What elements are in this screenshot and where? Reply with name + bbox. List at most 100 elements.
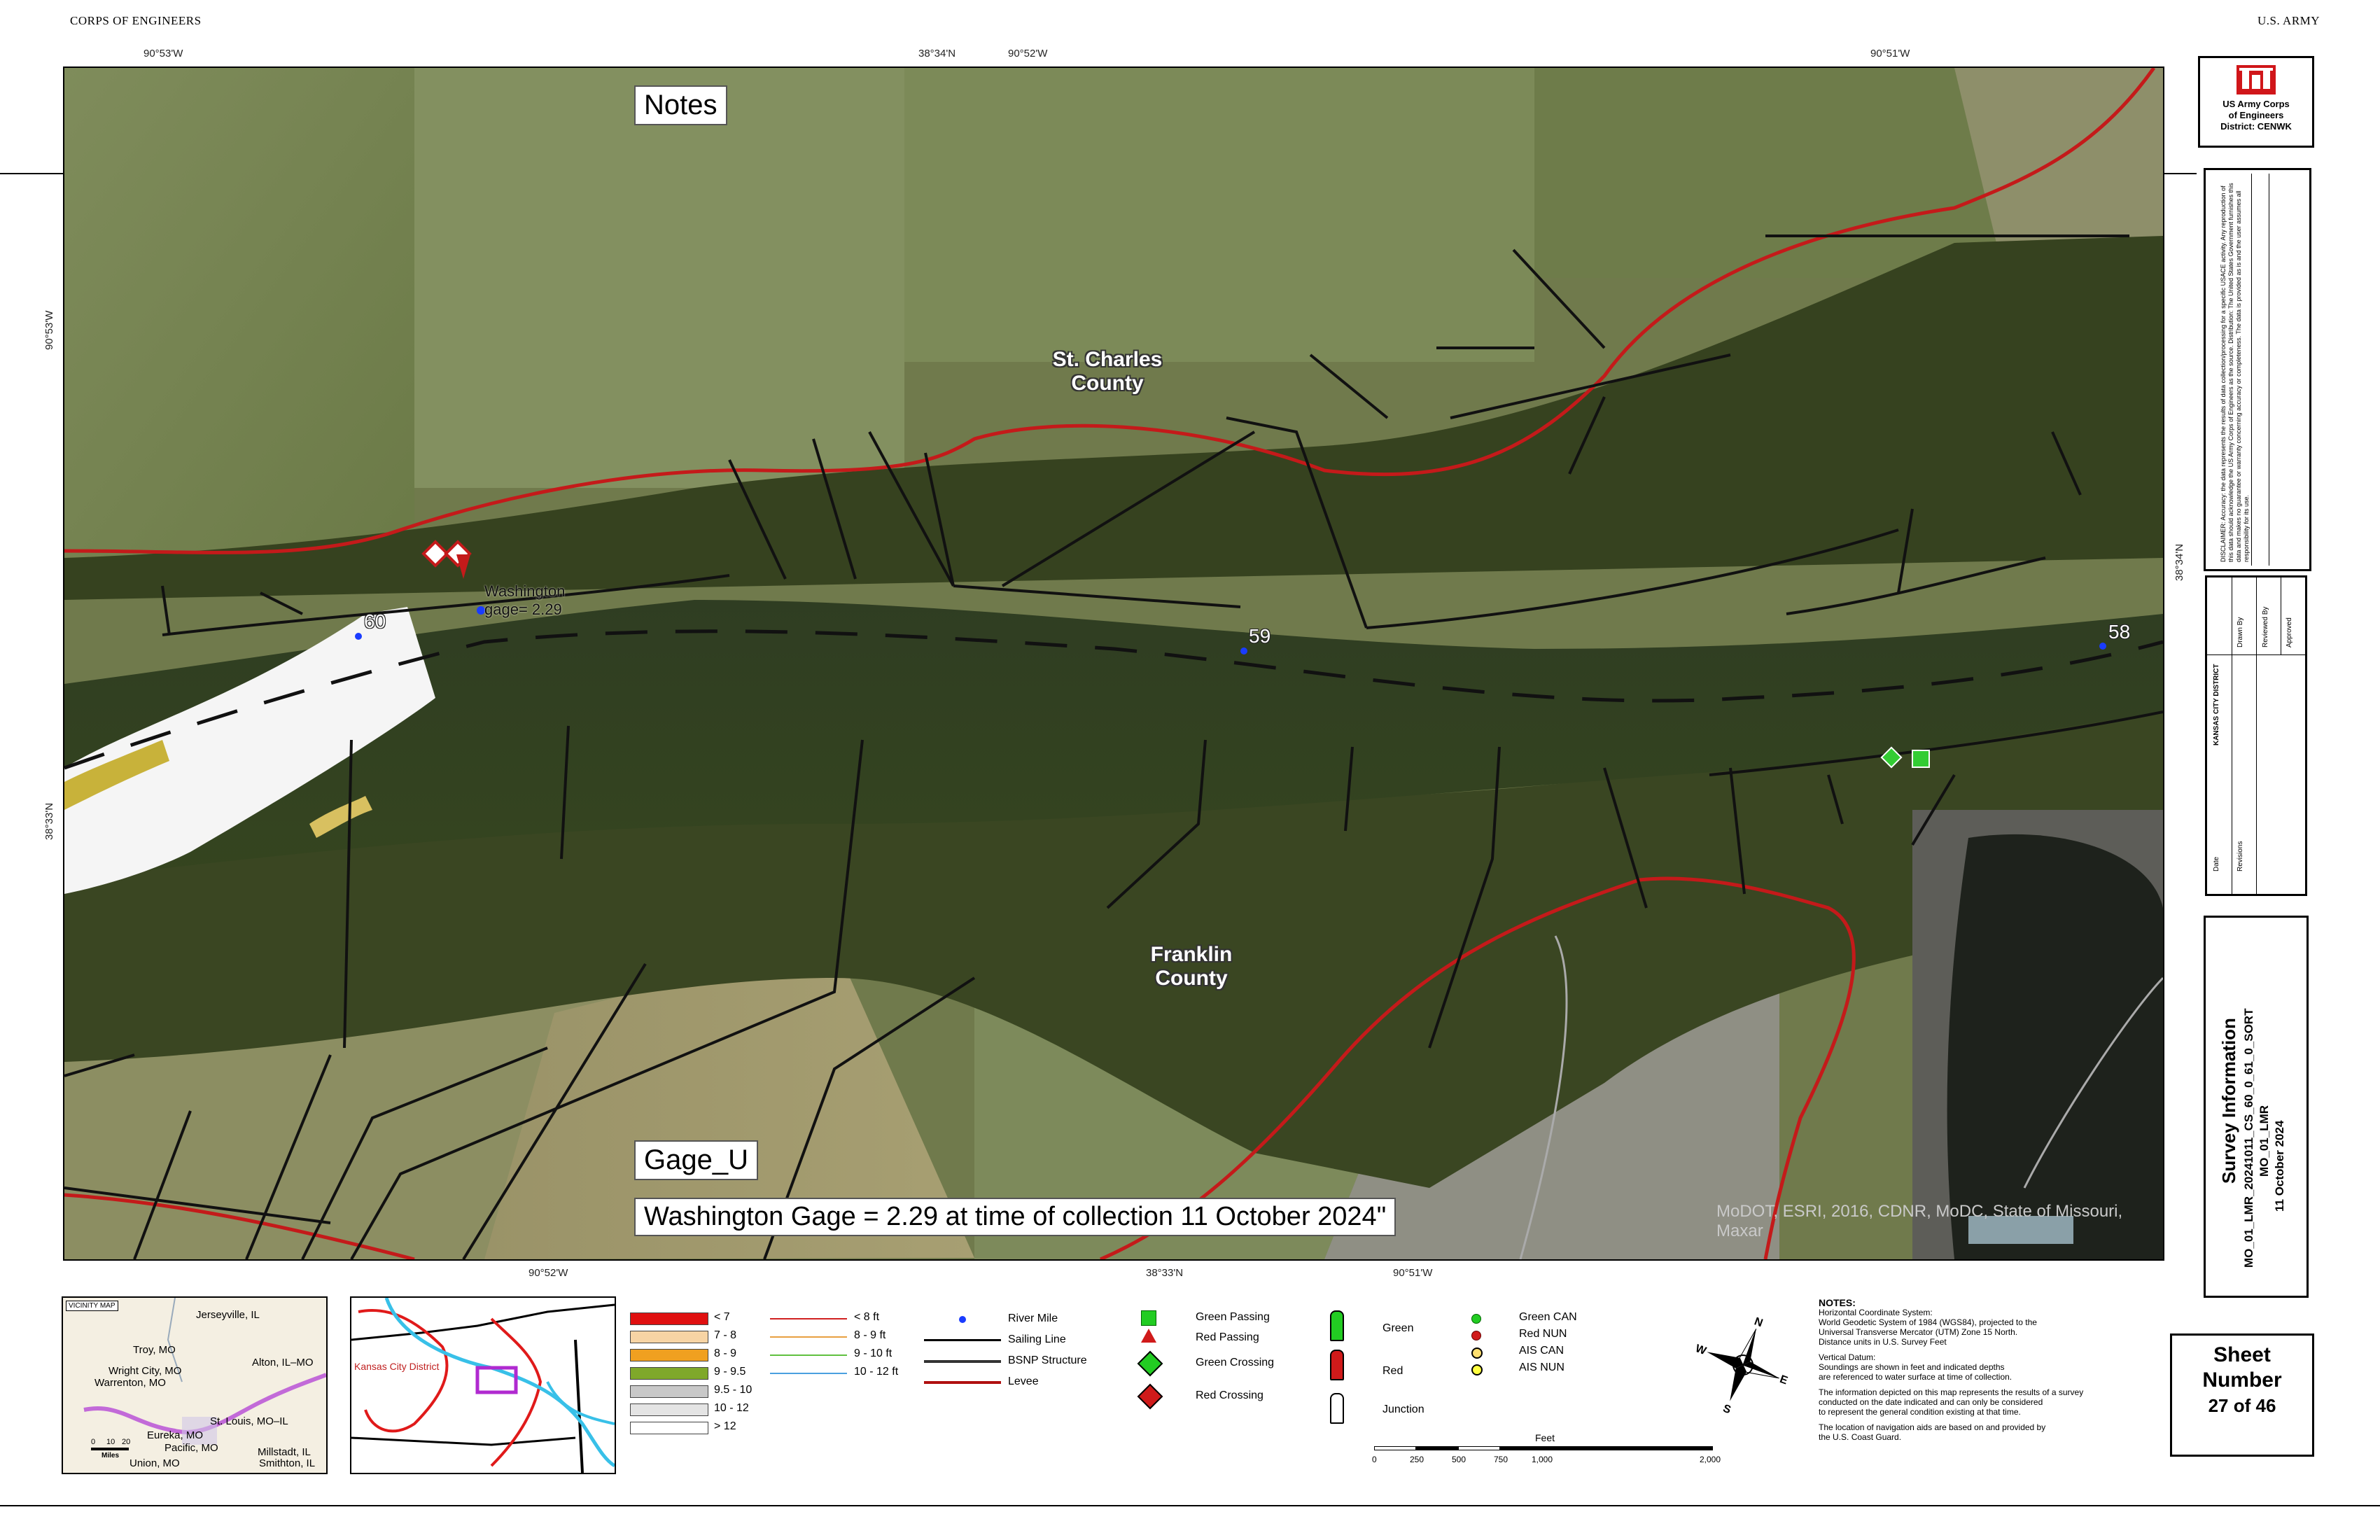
scalebar-tick: 750 (1494, 1455, 1508, 1464)
depth-swatch-2 (630, 1349, 708, 1362)
coord-top-1: 90°53'W (144, 48, 183, 59)
vicinity-place: Wright City, MO (108, 1365, 182, 1377)
header-right: U.S. ARMY (2258, 14, 2320, 27)
river-mile-dot-59 (1240, 648, 1247, 654)
district-map[interactable]: Kansas City District (350, 1296, 616, 1474)
vicinity-place: Troy, MO (133, 1344, 176, 1356)
nav-legend-label: Green Crossing (1196, 1357, 1275, 1368)
approval-reviewed: Reviewed By (2262, 606, 2269, 648)
river-mile-dot-icon (959, 1316, 966, 1323)
vicinity-place: Pacific, MO (164, 1442, 218, 1454)
depth-label: 7 - 8 (714, 1329, 737, 1341)
river-mile-label-59: 59 (1249, 625, 1271, 647)
depth-swatch-5 (630, 1404, 708, 1416)
field (64, 68, 414, 558)
scalebar-unit: Feet (1535, 1432, 1555, 1443)
red-nun-icon (1471, 1331, 1481, 1340)
scalebar-tick: 1,000 (1532, 1455, 1553, 1464)
buoy-red-label: Red (1382, 1365, 1404, 1377)
approval-district: KANSAS CITY DISTRICT (2213, 664, 2220, 746)
notes-line: Soundings are shown in feet and indicate… (1819, 1362, 2005, 1372)
contour-line-3 (770, 1373, 847, 1374)
aid-label: AIS CAN (1519, 1345, 1564, 1357)
contour-line-1 (770, 1336, 847, 1338)
compass-rose-icon: N E S W (1694, 1315, 1792, 1416)
vicinity-place: Union, MO (130, 1457, 180, 1469)
coord-top-2: 38°34'N (918, 48, 956, 59)
approvals-panel: Date Revisions KANSAS CITY DISTRICT Draw… (2205, 575, 2307, 896)
ais-can-icon (1471, 1348, 1483, 1359)
gage-box[interactable]: Gage_U (634, 1140, 758, 1180)
coord-bottom-1: 90°52'W (528, 1267, 568, 1279)
contour-label: 9 - 10 ft (854, 1348, 892, 1359)
line-legend-label: BSNP Structure (1008, 1354, 1087, 1366)
buoy-junction-label: Junction (1382, 1404, 1424, 1415)
sailing-line-swatch (924, 1339, 1001, 1341)
notes-line: Vertical Datum: (1819, 1352, 1876, 1362)
notes-line: to represent the general condition exist… (1819, 1407, 2021, 1417)
notes-title: NOTES: (1819, 1297, 1856, 1308)
vicinity-place: Warrenton, MO (94, 1377, 166, 1389)
notes-line: are referenced to water surface at time … (1819, 1372, 2012, 1382)
levee-swatch (924, 1381, 1001, 1384)
depth-swatch-4 (630, 1385, 708, 1398)
junction-buoy-icon (1330, 1393, 1344, 1424)
bsnp-swatch (924, 1360, 1001, 1363)
coal-yard (1947, 834, 2163, 1259)
number-label: Number (2202, 1368, 2282, 1392)
contour-label: 8 - 9 ft (854, 1329, 886, 1341)
notes-box[interactable]: Notes (634, 85, 727, 125)
scalebar-tick: 250 (1410, 1455, 1424, 1464)
sheet-number-panel: Sheet Number 27 of 46 (2170, 1334, 2314, 1457)
scalebar-segment (1374, 1446, 1416, 1450)
notes-line: conducted on the date indicated and can … (1819, 1397, 2043, 1407)
page-rule-right (2162, 173, 2197, 174)
nav-legend-label: Green Passing (1196, 1311, 1270, 1323)
notes-line: World Geodetic System of 1984 (WGS84), p… (1819, 1317, 2037, 1327)
page-rule-left (0, 173, 63, 174)
survey-date: 11 October 2024 (2273, 1120, 2286, 1212)
map-frame[interactable]: St. Charles County Franklin County 60 59… (63, 66, 2164, 1261)
depth-swatch-6 (630, 1422, 708, 1434)
district-canvas (351, 1298, 615, 1473)
coord-top-3: 90°52'W (1008, 48, 1048, 59)
vicinity-scale-unit: Miles (102, 1452, 120, 1460)
vicinity-map[interactable]: VICINITY MAP Jerseyville, IL Troy, MO Al… (62, 1296, 328, 1474)
approval-drawn: Drawn By (2236, 617, 2244, 648)
depth-label: 10 - 12 (714, 1402, 749, 1414)
notes-line: Distance units in U.S. Survey Feet (1819, 1337, 1947, 1347)
scalebar-tick: 2,000 (1700, 1455, 1721, 1464)
scalebar-tick: 0 (1372, 1455, 1377, 1464)
field (904, 68, 1534, 362)
buoy-green-label: Green (1382, 1322, 1414, 1334)
approval-approved: Approved (2286, 617, 2293, 648)
notes-line: The information depicted on this map rep… (1819, 1387, 2084, 1397)
vicinity-scale-10: 10 (106, 1438, 115, 1446)
vicinity-scale-20: 20 (122, 1438, 131, 1446)
coord-left-1: 90°53'W (43, 310, 55, 350)
district-label: Kansas City District (354, 1361, 440, 1372)
scalebar-bar (1374, 1446, 1713, 1450)
vicinity-place: Eureka, MO (147, 1429, 204, 1441)
depth-swatch-3 (630, 1367, 708, 1380)
coord-bottom-3: 90°51'W (1393, 1267, 1433, 1279)
coord-left-2: 38°33'N (43, 802, 55, 840)
contour-label: 10 - 12 ft (854, 1366, 899, 1378)
contour-label: < 8 ft (854, 1311, 880, 1323)
depth-label: 8 - 9 (714, 1348, 737, 1359)
castle-logo-icon (2236, 65, 2276, 94)
red-buoy-icon (1330, 1350, 1344, 1380)
notes-lines: Horizontal Coordinate System: World Geode… (1819, 1308, 2113, 1442)
disclaimer-panel: DISCLAIMER: Accuracy: the data represent… (2204, 168, 2311, 571)
survey-info-panel: Survey Information MO_01_LMR_20241011_CS… (2204, 916, 2309, 1298)
river-mile-dot-58 (2099, 643, 2106, 650)
scalebar-segment (1458, 1446, 1500, 1450)
coord-top-4: 90°51'W (1870, 48, 1910, 59)
contour-line-0 (770, 1318, 847, 1320)
notes-line (1819, 1382, 2113, 1387)
notes-line: the U.S. Coast Guard. (1819, 1432, 1902, 1442)
gage-label: Washington gage= 2.29 (484, 582, 566, 618)
svg-text:S: S (1721, 1403, 1732, 1414)
survey-line2: MO_01_LMR (2258, 1105, 2271, 1177)
sheet-value: 27 of 46 (2208, 1395, 2276, 1416)
